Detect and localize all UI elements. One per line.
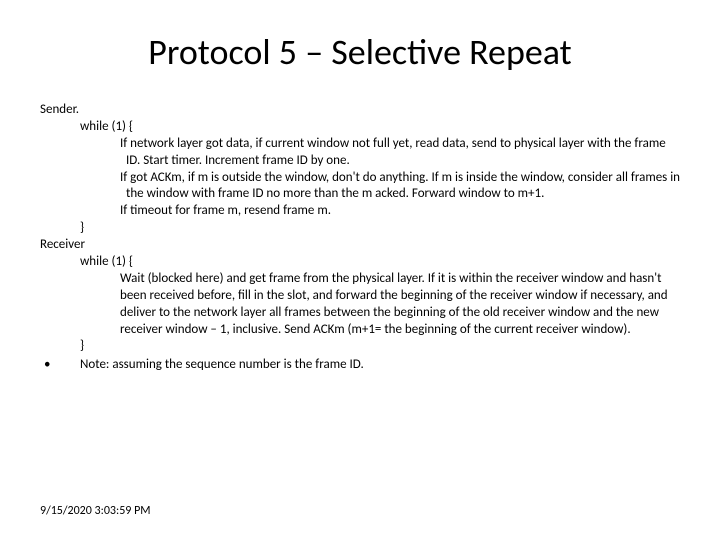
slide-body: Sender. while (1) { If network layer got… xyxy=(40,102,680,374)
sender-heading: Sender. xyxy=(40,102,680,119)
receiver-heading: Receiver xyxy=(40,237,680,254)
sender-loop-open: while (1) { xyxy=(80,119,680,136)
receiver-loop-open: while (1) { xyxy=(80,254,680,271)
sender-line-1: If network layer got data, if current wi… xyxy=(120,136,680,170)
receiver-line-1: Wait (blocked here) and get frame from t… xyxy=(120,271,680,339)
bullet-icon: • xyxy=(40,357,66,374)
sender-line-3: If timeout for frame m, resend frame m. xyxy=(120,203,680,220)
sender-loop-close: } xyxy=(80,220,680,237)
timestamp: 9/15/2020 3:03:59 PM xyxy=(40,504,151,518)
slide-title: Protocol 5 – Selective Repeat xyxy=(40,30,680,74)
note-text: Note: assuming the sequence number is th… xyxy=(66,357,680,374)
sender-line-2: If got ACKm, if m is outside the window,… xyxy=(120,170,680,204)
slide: Protocol 5 – Selective Repeat Sender. wh… xyxy=(0,0,720,540)
note-row: • Note: assuming the sequence number is … xyxy=(40,357,680,374)
receiver-loop-close: } xyxy=(80,338,680,355)
